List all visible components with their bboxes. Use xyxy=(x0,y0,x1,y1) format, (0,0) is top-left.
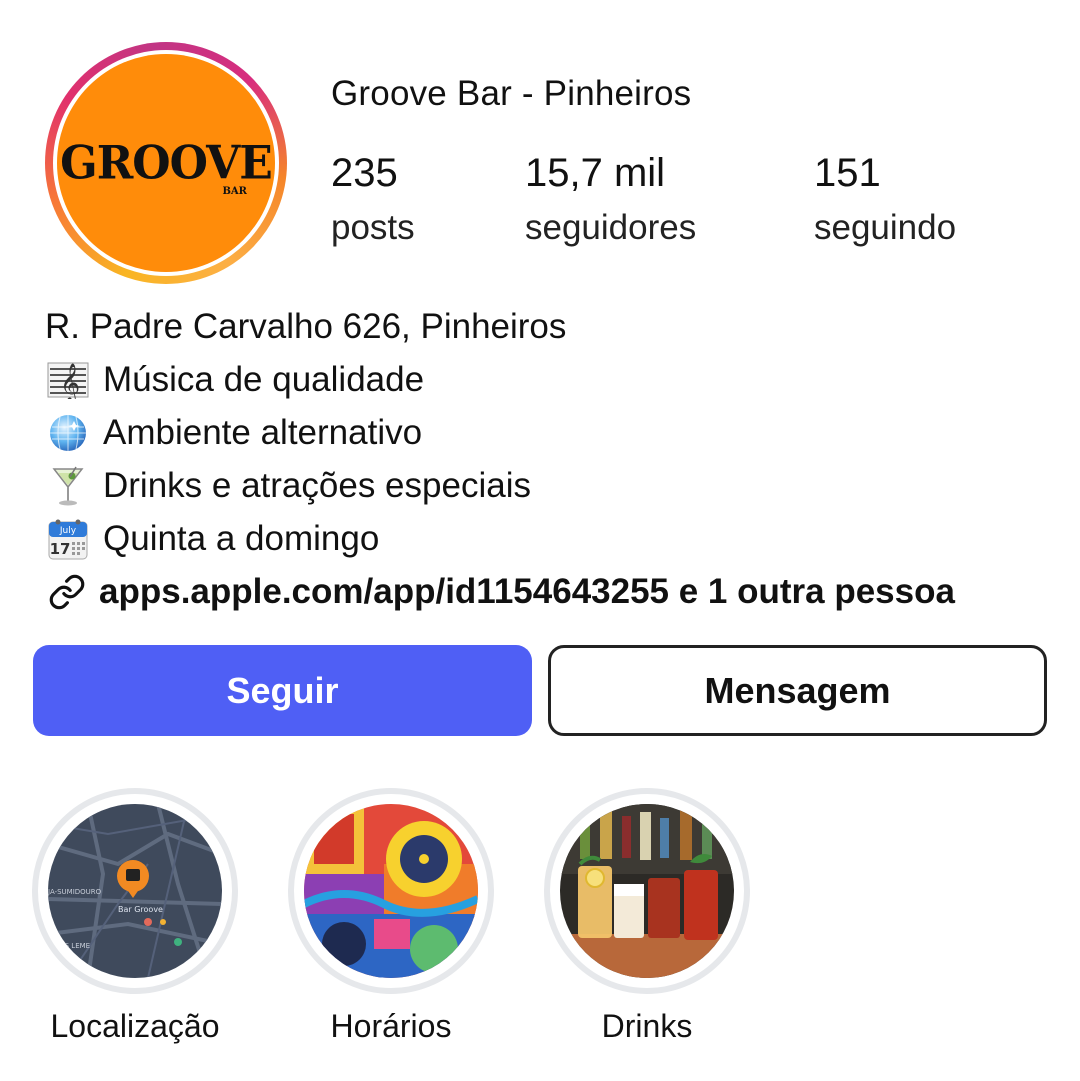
cocktail-glass-icon xyxy=(45,466,91,506)
highlight-ring: Bar Groove JA-SUMIDOURO PAIS LEME xyxy=(32,788,238,994)
avatar-logo-text: GROOVE xyxy=(60,136,273,190)
profile-name: Groove Bar - Pinheiros xyxy=(331,74,692,113)
highlight-ring xyxy=(288,788,494,994)
bio-line-ambience-text: Ambiente alternativo xyxy=(103,413,423,452)
stat-following-value: 151 xyxy=(814,151,881,195)
bio-line-schedule-text: Quinta a domingo xyxy=(103,519,380,558)
bio-address-text: R. Padre Carvalho 626, Pinheiros xyxy=(45,307,567,346)
bio-address: R. Padre Carvalho 626, Pinheiros xyxy=(45,300,1045,353)
highlight-ring xyxy=(544,788,750,994)
bio-link-text[interactable]: apps.apple.com/app/id1154643255 e 1 outr… xyxy=(99,565,955,618)
map-thumbnail: Bar Groove JA-SUMIDOURO PAIS LEME xyxy=(48,804,222,978)
bio-line-drinks-text: Drinks e atrações especiais xyxy=(103,466,531,505)
message-button[interactable]: Mensagem xyxy=(548,645,1047,736)
svg-text:𝄞: 𝄞 xyxy=(60,363,80,399)
calendar-month: July xyxy=(59,526,77,536)
bio-line-music-text: Música de qualidade xyxy=(103,360,425,399)
bio-link[interactable]: apps.apple.com/app/id1154643255 e 1 outr… xyxy=(45,565,1045,618)
link-icon xyxy=(45,572,89,612)
bio: R. Padre Carvalho 626, Pinheiros 𝄞 Músic… xyxy=(45,300,1045,618)
stat-followers-value: 15,7 mil xyxy=(525,151,666,195)
stat-following-label: seguindo xyxy=(814,208,957,247)
stat-following[interactable]: 151 seguindo xyxy=(814,150,956,250)
bio-line-music: 𝄞 Música de qualidade xyxy=(45,353,1045,406)
stat-followers-label: seguidores xyxy=(525,208,697,247)
mirror-ball-icon xyxy=(45,413,91,453)
map-label-bar: Bar Groove xyxy=(118,905,163,914)
map-label-street2: PAIS LEME xyxy=(54,942,90,950)
profile-avatar-ring[interactable]: GROOVE BAR xyxy=(45,42,287,284)
mural-thumbnail xyxy=(304,804,478,978)
musical-score-icon: 𝄞 xyxy=(45,360,91,400)
avatar[interactable]: GROOVE BAR xyxy=(57,54,275,272)
stat-posts-label: posts xyxy=(331,208,415,247)
highlight-hours[interactable]: Horários xyxy=(288,788,494,1044)
highlight-drinks[interactable]: Drinks xyxy=(544,788,750,1044)
bio-line-schedule: July 17 Quinta a domingo xyxy=(45,512,1045,565)
bio-line-ambience: Ambiente alternativo xyxy=(45,406,1045,459)
avatar-gap: GROOVE BAR xyxy=(53,50,279,276)
avatar-logo-sub: BAR xyxy=(222,186,247,197)
stat-posts-value: 235 xyxy=(331,151,398,195)
drinks-thumbnail xyxy=(560,804,734,978)
follow-button[interactable]: Seguir xyxy=(33,645,532,736)
highlight-label-drinks: Drinks xyxy=(601,1008,693,1044)
stat-posts[interactable]: 235 posts xyxy=(331,150,415,250)
calendar-day: 17 xyxy=(50,540,71,558)
map-label-street: JA-SUMIDOURO xyxy=(48,888,102,896)
bio-line-drinks: Drinks e atrações especiais xyxy=(45,459,1045,512)
stat-followers[interactable]: 15,7 mil seguidores xyxy=(525,150,696,250)
highlight-location[interactable]: Bar Groove JA-SUMIDOURO PAIS LEME Locali… xyxy=(32,788,238,1044)
calendar-icon: July 17 xyxy=(45,519,91,559)
